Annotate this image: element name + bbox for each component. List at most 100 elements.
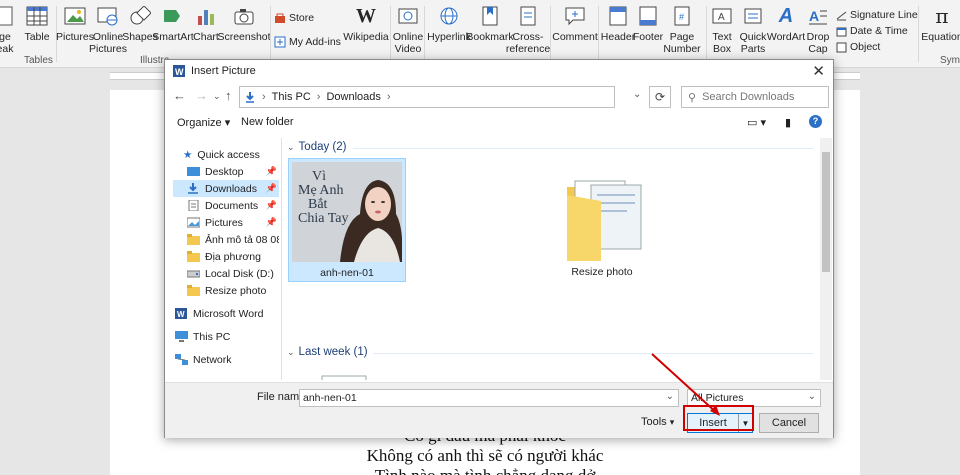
folder-icon bbox=[567, 180, 642, 261]
address-dropdown-icon[interactable]: ⌄ bbox=[633, 89, 641, 100]
store-icon bbox=[275, 13, 285, 23]
file-tile-anh-nen-01[interactable]: Vì Mẹ Anh Bắt Chia Tay anh-nen-01 bbox=[288, 158, 406, 282]
new-folder-button[interactable]: New folder bbox=[241, 116, 294, 128]
file-name-input[interactable]: anh-nen-01 ⌄ bbox=[299, 389, 679, 407]
view-options-icon[interactable]: ▭ ▾ bbox=[747, 116, 766, 129]
close-icon[interactable]: ✕ bbox=[812, 62, 825, 80]
equation-label: Equation bbox=[921, 31, 960, 43]
nav-local-disk[interactable]: Local Disk (D:) bbox=[173, 265, 279, 282]
drop-cap-icon: A bbox=[806, 4, 830, 28]
footer-button[interactable]: Footer bbox=[633, 4, 663, 43]
wikipedia-label: Wikipedia bbox=[343, 31, 389, 43]
pin-icon[interactable]: 📌 bbox=[266, 166, 277, 177]
insert-highlight-box bbox=[683, 405, 754, 431]
drop-cap-button[interactable]: A Drop Cap bbox=[804, 4, 832, 55]
shapes-button[interactable]: Shapes bbox=[122, 4, 158, 43]
up-arrow-icon[interactable]: ↑ bbox=[225, 88, 232, 103]
address-bar[interactable]: › This PC › Downloads › bbox=[239, 86, 615, 108]
nav-label: Resize photo bbox=[205, 284, 267, 297]
address-row: ← → ⌄ ↑ › This PC › Downloads › ⌄ ⟳ ⚲ Se… bbox=[165, 84, 833, 110]
quick-parts-button[interactable]: Quick Parts bbox=[738, 4, 768, 55]
pin-icon[interactable]: 📌 bbox=[266, 200, 277, 211]
bookmark-button[interactable]: Bookmark bbox=[466, 4, 514, 43]
cancel-label: Cancel bbox=[771, 417, 807, 429]
cross-reference-button[interactable]: Cross- reference bbox=[506, 4, 550, 55]
nav-quick-access[interactable]: ★ Quick access bbox=[173, 146, 279, 163]
header-button[interactable]: Header bbox=[601, 4, 635, 43]
my-addins-button[interactable]: My Add-ins bbox=[274, 36, 341, 48]
page-break-button[interactable]: ge eak bbox=[0, 4, 14, 55]
recent-chevron-icon[interactable]: ⌄ bbox=[213, 91, 221, 102]
search-input[interactable]: ⚲ Search Downloads bbox=[681, 86, 829, 108]
chart-button[interactable]: Chart bbox=[192, 4, 220, 43]
doc-line-3: Tình nào mà tình chẳng dang dở bbox=[110, 466, 860, 475]
folder-tile-last-week[interactable] bbox=[288, 364, 406, 380]
refresh-button[interactable]: ⟳ bbox=[649, 86, 671, 108]
nav-microsoft-word[interactable]: W Microsoft Word bbox=[173, 305, 279, 322]
help-icon[interactable]: ? bbox=[809, 115, 822, 128]
group-header-today[interactable]: ⌄ Today (2) bbox=[287, 141, 346, 153]
pin-icon[interactable]: 📌 bbox=[266, 217, 277, 228]
signature-line-button[interactable]: Signature Line bbox=[836, 9, 918, 21]
svg-text:A: A bbox=[718, 12, 725, 23]
organize-button[interactable]: Organize ▾ bbox=[177, 116, 230, 129]
svg-text:#: # bbox=[679, 12, 684, 22]
cancel-button[interactable]: Cancel bbox=[759, 413, 819, 433]
object-button[interactable]: Object bbox=[836, 41, 880, 53]
equation-button[interactable]: π Equation bbox=[921, 4, 960, 43]
cross-reference-icon bbox=[516, 4, 540, 28]
smartart-button[interactable]: SmartArt bbox=[152, 4, 194, 43]
store-button[interactable]: Store bbox=[274, 12, 314, 24]
documents-icon bbox=[188, 200, 199, 211]
divider bbox=[550, 6, 551, 62]
pictures-button[interactable]: Pictures bbox=[56, 4, 94, 43]
store-label: Store bbox=[289, 12, 315, 24]
nav-folder-dia-phuong[interactable]: Địa phương bbox=[173, 248, 279, 265]
nav-resize-photo[interactable]: Resize photo bbox=[173, 282, 279, 299]
table-label: Table bbox=[24, 31, 50, 43]
dialog-title: Insert Picture bbox=[191, 65, 256, 77]
folder-icon bbox=[187, 285, 200, 296]
object-icon bbox=[836, 42, 847, 52]
comment-label: Comment bbox=[552, 31, 598, 43]
nav-network[interactable]: Network bbox=[173, 351, 279, 368]
vertical-scrollbar[interactable] bbox=[820, 138, 832, 380]
pane-splitter[interactable] bbox=[281, 138, 282, 380]
text-box-button[interactable]: A Text Box bbox=[708, 4, 736, 55]
nav-documents[interactable]: Documents 📌 bbox=[173, 197, 279, 214]
file-name-label: anh-nen-01 bbox=[320, 267, 374, 279]
nav-folder-anh-mo-ta[interactable]: Ảnh mô tả 08 08 202 bbox=[173, 231, 279, 248]
nav-downloads[interactable]: Downloads 📌 bbox=[173, 180, 279, 197]
comment-button[interactable]: Comment bbox=[552, 4, 598, 43]
preview-pane-icon[interactable]: ▮ bbox=[785, 116, 791, 129]
wordart-button[interactable]: A WordArt bbox=[767, 4, 805, 43]
back-arrow-icon[interactable]: ← bbox=[173, 88, 186, 103]
organize-label: Organize bbox=[177, 117, 222, 129]
divider bbox=[706, 6, 707, 62]
globe-icon bbox=[437, 4, 461, 28]
page-number-button[interactable]: # Page Number bbox=[662, 4, 702, 55]
hyperlink-button[interactable]: Hyperlink bbox=[427, 4, 471, 43]
search-placeholder: Search Downloads bbox=[702, 91, 795, 103]
folder-tile-resize-photo[interactable]: Resize photo bbox=[543, 158, 661, 282]
date-time-button[interactable]: Date & Time bbox=[836, 25, 908, 37]
dialog-titlebar[interactable]: W Insert Picture bbox=[165, 60, 833, 82]
group-header-last-week[interactable]: ⌄ Last week (1) bbox=[287, 346, 368, 358]
nav-desktop[interactable]: Desktop 📌 bbox=[173, 163, 279, 180]
divider bbox=[270, 6, 271, 62]
breadcrumb-downloads[interactable]: Downloads bbox=[326, 91, 380, 103]
scrollbar-thumb[interactable] bbox=[822, 152, 830, 272]
table-button[interactable]: Table bbox=[24, 4, 50, 43]
online-pictures-button[interactable]: Online Pictures bbox=[89, 4, 127, 55]
online-video-button[interactable]: Online Video bbox=[393, 4, 423, 55]
pin-icon[interactable]: 📌 bbox=[266, 183, 277, 194]
nav-pictures[interactable]: Pictures 📌 bbox=[173, 214, 279, 231]
screenshot-button[interactable]: Screenshot bbox=[217, 4, 271, 43]
breadcrumb-this-pc[interactable]: This PC bbox=[272, 91, 311, 103]
forward-arrow-icon[interactable]: → bbox=[195, 88, 208, 103]
page-break-label: ge eak bbox=[0, 31, 14, 55]
chevron-down-icon[interactable]: ⌄ bbox=[808, 391, 816, 402]
nav-this-pc[interactable]: This PC bbox=[173, 328, 279, 345]
cross-reference-label: Cross- reference bbox=[505, 31, 551, 55]
wikipedia-button[interactable]: W Wikipedia bbox=[343, 4, 389, 43]
